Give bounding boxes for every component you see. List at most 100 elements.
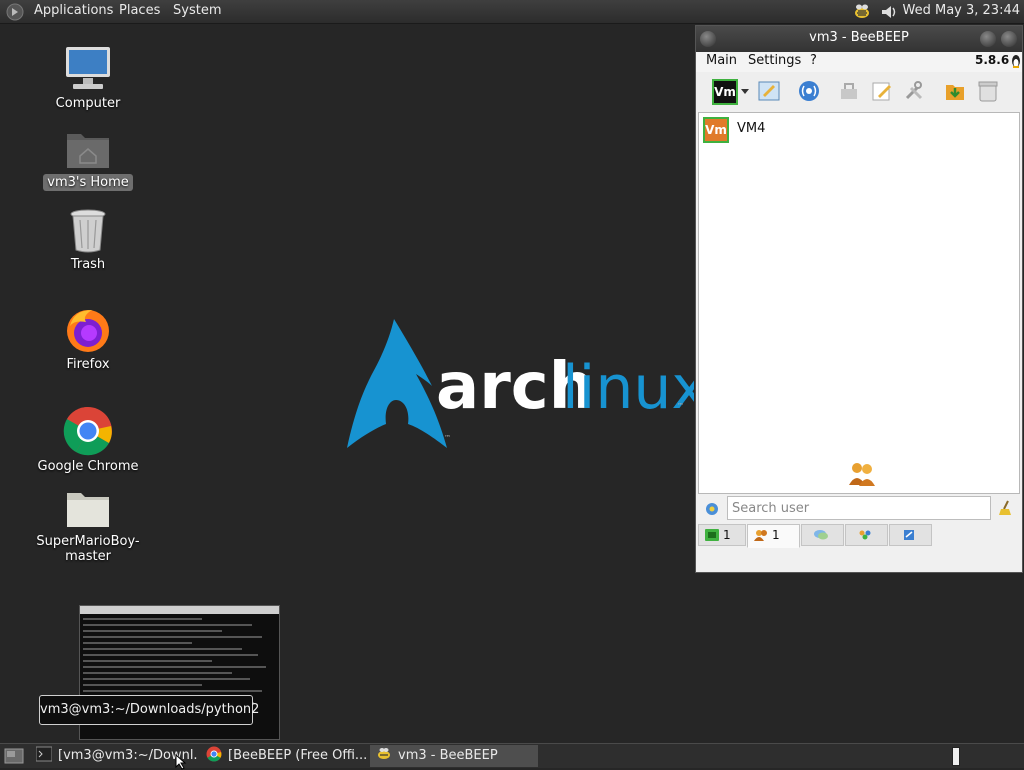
user-list-item[interactable]: Vm VM4: [703, 117, 1003, 143]
firefox-icon: [67, 310, 109, 352]
home-folder-icon: [67, 134, 109, 168]
linux-wordmark: linux: [562, 353, 694, 423]
preview-line: [83, 684, 203, 686]
preview-line: [83, 678, 251, 680]
profile-edit-icon[interactable]: [757, 79, 781, 103]
search-user-input[interactable]: [727, 496, 991, 520]
menu-help[interactable]: ?: [810, 53, 817, 68]
arch-linux-logo: arch linux ™ ™: [347, 319, 694, 448]
user-name: VM4: [737, 121, 766, 136]
preview-line: [83, 690, 263, 692]
toolbar: Vm: [696, 72, 1022, 110]
preview-line: [83, 624, 253, 626]
desktop-icon-label: vm3's Home: [43, 174, 133, 191]
desktop-icon-computer[interactable]: Computer: [18, 45, 158, 112]
computer-icon: [66, 47, 110, 89]
task-label: vm3 - BeeBEEP: [398, 748, 498, 763]
desktop-icon-label: Firefox: [66, 357, 110, 372]
linux-tux-icon: [1012, 55, 1020, 68]
chevron-down-icon[interactable]: [741, 89, 749, 95]
chats-icon: [814, 530, 828, 540]
minimize-button[interactable]: [980, 31, 996, 47]
folder-icon: [67, 493, 109, 527]
tab-online-users[interactable]: 1: [698, 524, 746, 546]
tab-count: 1: [772, 528, 780, 542]
beebeep-tray-icon[interactable]: [852, 2, 872, 22]
menubar: Main Settings ? 5.8.6: [696, 52, 1022, 72]
close-button[interactable]: [1001, 31, 1017, 47]
desktop-icon-label: Computer: [55, 96, 121, 111]
broadcast-icon[interactable]: [797, 79, 821, 103]
tab-chats[interactable]: [801, 524, 844, 546]
groups-icon: [859, 530, 871, 540]
preview-line: [83, 648, 243, 650]
window-menu-button[interactable]: [700, 31, 716, 47]
chrome-icon: [206, 746, 222, 762]
chrome-icon: [63, 406, 112, 456]
tab-file-sharing[interactable]: [889, 524, 932, 546]
menu-settings[interactable]: Settings: [748, 53, 801, 68]
taskbar-terminal[interactable]: [vm3@vm3:~/Downl...: [36, 745, 198, 767]
logo-tm: ™: [444, 434, 451, 442]
users-group-icon: [849, 463, 875, 486]
menu-applications[interactable]: Applications: [34, 3, 113, 18]
preview-line: [83, 618, 203, 620]
menu-main[interactable]: Main: [706, 53, 737, 68]
preview-line: [83, 672, 233, 674]
desktop-icon-supermarioboy-folder[interactable]: SuperMarioBoy-master: [18, 489, 158, 565]
tab-groups[interactable]: [845, 524, 888, 546]
compose-note-icon[interactable]: [870, 79, 894, 103]
users-icon: [754, 530, 767, 541]
tab-users[interactable]: 1: [747, 524, 800, 548]
desktop-icon-trash[interactable]: Trash: [18, 208, 158, 273]
send-file-icon[interactable]: [837, 79, 861, 103]
desktop-icon-label: Trash: [70, 257, 106, 272]
search-row: [696, 496, 1022, 522]
desktop-icon-home[interactable]: vm3's Home: [18, 128, 158, 191]
user-avatar: Vm: [703, 117, 729, 143]
search-options-icon[interactable]: [704, 501, 720, 517]
bottom-tabs: 1 1: [696, 524, 1022, 548]
desktop-icon-firefox[interactable]: Firefox: [18, 306, 158, 373]
user-list: Vm VM4: [698, 112, 1020, 494]
desktop-icon-label: SuperMarioBoy-master: [36, 534, 140, 564]
volume-icon[interactable]: [879, 2, 899, 22]
window-title: vm3 - BeeBEEP: [809, 30, 909, 45]
clear-search-broom-icon[interactable]: [998, 500, 1014, 516]
preview-line: [83, 660, 213, 662]
status-vm-badge[interactable]: Vm: [712, 79, 738, 105]
preview-line: [83, 654, 259, 656]
bottom-taskbar: [vm3@vm3:~/Downl... [BeeBEEP (Free Offi.…: [0, 743, 1024, 770]
workspace-switcher[interactable]: [952, 747, 960, 766]
task-label: [BeeBEEP (Free Offi...: [228, 748, 368, 763]
tab-count: 1: [723, 528, 731, 542]
terminal-icon: [36, 746, 52, 762]
file-sharing-icon: [904, 530, 914, 540]
top-panel: Applications Places System Wed May 3, 23…: [0, 0, 1024, 24]
menu-places[interactable]: Places: [119, 3, 160, 18]
trash-icon: [70, 209, 106, 253]
distro-logo-icon[interactable]: [6, 3, 24, 21]
beebeep-window: vm3 - BeeBEEP Main Settings ? 5.8.6 Vm V…: [695, 25, 1023, 573]
desktop-icon-label: Google Chrome: [37, 459, 139, 474]
clear-trash-icon[interactable]: [976, 79, 1000, 103]
preview-line: [83, 636, 263, 638]
taskbar-chrome[interactable]: [BeeBEEP (Free Offi...: [206, 745, 368, 767]
desktop-icon-chrome[interactable]: Google Chrome: [18, 406, 158, 475]
download-folder-icon[interactable]: [943, 79, 967, 103]
bee-icon: [378, 748, 390, 759]
preview-line: [83, 666, 267, 668]
clock[interactable]: Wed May 3, 23:44: [903, 3, 1020, 18]
menu-system[interactable]: System: [173, 3, 221, 18]
show-desktop-icon[interactable]: [4, 747, 24, 765]
preview-line: [83, 630, 223, 632]
window-titlebar[interactable]: vm3 - BeeBEEP: [696, 26, 1022, 52]
users-online-icon: [705, 529, 719, 541]
wordmark-tm: ™: [677, 402, 684, 410]
version-label: 5.8.6: [975, 53, 1010, 67]
taskbar-beebeep[interactable]: vm3 - BeeBEEP: [370, 745, 538, 767]
preview-line: [83, 642, 193, 644]
tools-icon[interactable]: [902, 79, 926, 103]
taskbar-tooltip: vm3@vm3:~/Downloads/python2: [39, 695, 259, 725]
preview-titlebar: [80, 606, 279, 614]
